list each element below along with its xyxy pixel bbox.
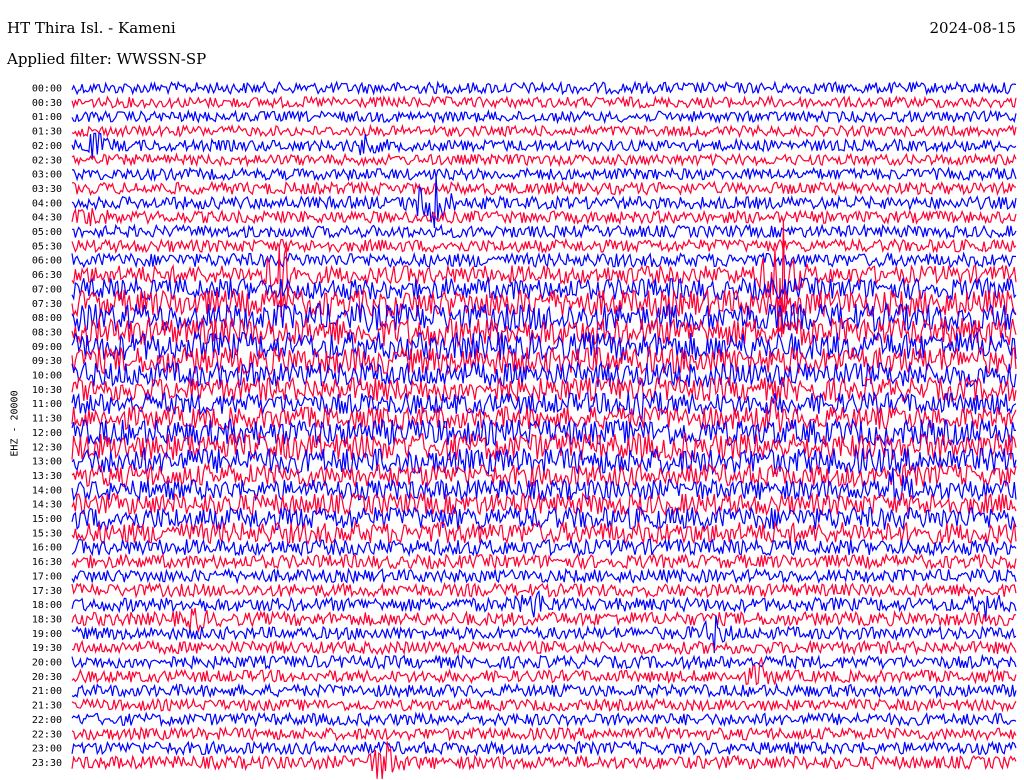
- time-label-1700: 17:00: [32, 571, 62, 582]
- time-label-0230: 02:30: [32, 155, 62, 166]
- trace-row-0130: [71, 123, 1017, 139]
- time-label-1600: 16:00: [32, 543, 62, 554]
- time-label-1730: 17:30: [32, 586, 62, 597]
- trace-row-0430: [71, 207, 1017, 227]
- time-label-0100: 01:00: [32, 112, 62, 123]
- trace-row-1600: [71, 536, 1017, 558]
- trace-row-2200: [71, 711, 1017, 728]
- time-label-1130: 11:30: [32, 414, 62, 425]
- time-label-0430: 04:30: [32, 213, 62, 224]
- trace-row-0400: [71, 174, 1017, 228]
- time-label-1400: 14:00: [32, 485, 62, 496]
- time-label-2030: 20:30: [32, 672, 62, 683]
- time-label-1430: 14:30: [32, 500, 62, 511]
- time-label-1530: 15:30: [32, 528, 62, 539]
- trace-row-0530: [71, 237, 1017, 254]
- time-label-2200: 22:00: [32, 715, 62, 726]
- time-label-0900: 09:00: [32, 342, 62, 353]
- trace-row-1730: [71, 581, 1017, 599]
- trace-row-0330: [71, 180, 1017, 197]
- time-label-0630: 06:30: [32, 270, 62, 281]
- time-label-2000: 20:00: [32, 658, 62, 669]
- time-label-0700: 07:00: [32, 284, 62, 295]
- trace-row-0230: [71, 152, 1017, 168]
- time-label-1630: 16:30: [32, 557, 62, 568]
- trace-row-0300: [71, 166, 1017, 182]
- trace-row-2130: [71, 696, 1017, 713]
- time-label-1030: 10:30: [32, 385, 62, 396]
- trace-row-0000: [71, 80, 1017, 96]
- time-label-2130: 21:30: [32, 701, 62, 712]
- time-label-0400: 04:00: [32, 198, 62, 209]
- trace-row-1630: [71, 552, 1017, 571]
- time-label-0030: 00:30: [32, 98, 62, 109]
- time-label-0000: 00:00: [32, 84, 62, 95]
- trace-row-1900: [71, 615, 1017, 654]
- time-label-1900: 19:00: [32, 629, 62, 640]
- time-label-2300: 23:00: [32, 744, 62, 755]
- time-label-1230: 12:30: [32, 442, 62, 453]
- trace-row-2100: [71, 682, 1017, 700]
- trace-row-0500: [72, 223, 1017, 240]
- time-label-0200: 02:00: [32, 141, 62, 152]
- time-label-0600: 06:00: [32, 256, 62, 267]
- time-label-0830: 08:30: [32, 327, 62, 338]
- trace-row-0600: [71, 251, 1017, 269]
- time-label-1330: 13:30: [32, 471, 62, 482]
- trace-row-0630: [71, 220, 1017, 338]
- time-label-1100: 11:00: [32, 399, 62, 410]
- time-label-0930: 09:30: [32, 356, 62, 367]
- trace-row-0200: [71, 132, 1017, 159]
- time-label-2230: 22:30: [32, 729, 62, 740]
- trace-row-0030: [71, 94, 1017, 110]
- time-label-1000: 10:00: [32, 371, 62, 382]
- trace-row-2230: [71, 725, 1017, 743]
- trace-row-1930: [71, 639, 1017, 656]
- time-label-0730: 07:30: [32, 299, 62, 310]
- trace-row-1700: [71, 567, 1017, 585]
- time-label-1300: 13:00: [32, 457, 62, 468]
- time-label-2100: 21:00: [32, 686, 62, 697]
- time-label-1500: 15:00: [32, 514, 62, 525]
- time-label-0330: 03:30: [32, 184, 62, 195]
- time-label-1930: 19:30: [32, 643, 62, 654]
- trace-row-2300: [71, 740, 1017, 757]
- time-label-0530: 05:30: [32, 241, 62, 252]
- time-label-1800: 18:00: [32, 600, 62, 611]
- time-label-1200: 12:00: [32, 428, 62, 439]
- time-label-2330: 23:30: [32, 758, 62, 769]
- trace-row-2000: [71, 653, 1017, 671]
- time-label-0500: 05:00: [32, 227, 62, 238]
- time-label-0130: 01:30: [32, 127, 62, 138]
- trace-row-1230: [71, 431, 1017, 462]
- time-label-0300: 03:00: [32, 170, 62, 181]
- helicorder-plot: 00:00 00:30 01:00 01:30 02:00 02:30 03:00 03:30…: [32, 80, 1017, 779]
- time-label-1830: 18:30: [32, 614, 62, 625]
- trace-row-1830: [71, 607, 1017, 634]
- time-label-0800: 08:00: [32, 313, 62, 324]
- trace-row-0700: [71, 276, 1017, 302]
- trace-row-0100: [71, 109, 1017, 125]
- trace-row-1100: [71, 390, 1017, 423]
